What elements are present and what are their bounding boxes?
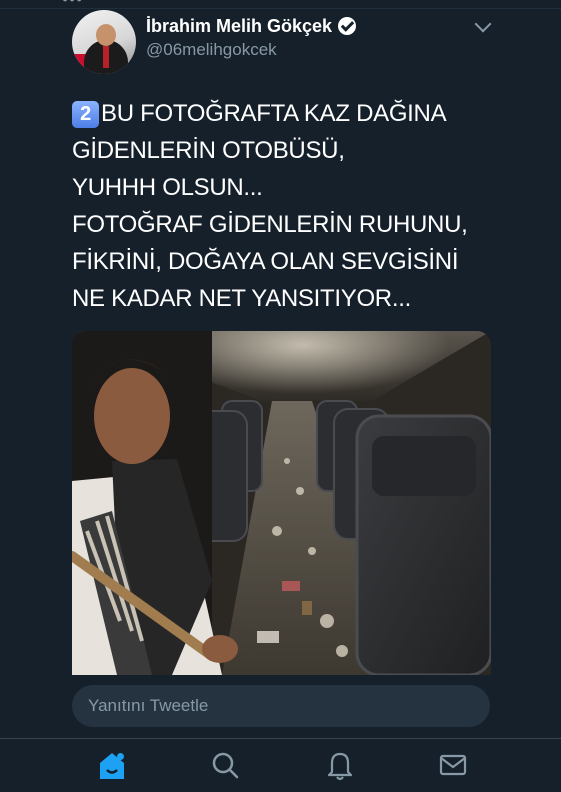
bottom-tab-bar: [0, 738, 561, 792]
home-icon[interactable]: [92, 745, 132, 785]
author-display-name[interactable]: İbrahim Melih Gökçek: [146, 16, 332, 36]
new-content-dot: [117, 753, 124, 760]
search-icon[interactable]: [205, 745, 245, 785]
reply-placeholder: Yanıtını Tweetle: [88, 696, 209, 715]
author-name-row[interactable]: İbrahim Melih Gökçek: [146, 16, 357, 37]
author-avatar[interactable]: [72, 10, 136, 74]
tweet-text-line: NE KADAR NET YANSITIYOR...: [72, 285, 411, 312]
tweet-text-line: GİDENLERİN OTOBÜSÜ,: [72, 137, 345, 164]
status-bar: ●●● ▔ ▔ ▔ ▔ ▔ ▔ ▔ ▔ ▔ ▔ ▔: [0, 0, 561, 9]
messages-icon[interactable]: [433, 745, 473, 785]
tweet-text-line: FOTOĞRAF GİDENLERİN RUHUNU,: [72, 211, 468, 238]
chevron-down-icon[interactable]: [474, 15, 492, 33]
tweet-photo[interactable]: [72, 331, 491, 675]
notifications-icon[interactable]: [320, 745, 360, 785]
keycap-digit-emoji: 2: [72, 101, 99, 128]
avatar-face: [96, 24, 116, 46]
tweet-text-segment: BU FOTOĞRAFTA KAZ DAĞINA: [101, 100, 447, 127]
tweet-text-line: YUHHH OLSUN...: [72, 174, 263, 201]
author-handle[interactable]: @06melihgokcek: [146, 40, 277, 60]
tweet-text-line: 2 BU FOTOĞRAFTA KAZ DAĞINA: [72, 95, 512, 132]
avatar-tie: [103, 46, 109, 68]
verified-badge-icon: [338, 17, 357, 35]
bus-interior-photo: [72, 331, 491, 675]
tweet-text-line: FİKRİNİ, DOĞAYA OLAN SEVGİSİNİ: [72, 248, 459, 275]
status-bar-fragment: ●●● ▔ ▔ ▔ ▔ ▔ ▔: [62, 0, 158, 5]
tweet-text: 2 BU FOTOĞRAFTA KAZ DAĞINA GİDENLERİN OTO…: [72, 95, 512, 317]
status-bar-fragment: ▔ ▔ ▔ ▔ ▔: [260, 0, 319, 5]
reply-input[interactable]: Yanıtını Tweetle: [72, 685, 490, 727]
